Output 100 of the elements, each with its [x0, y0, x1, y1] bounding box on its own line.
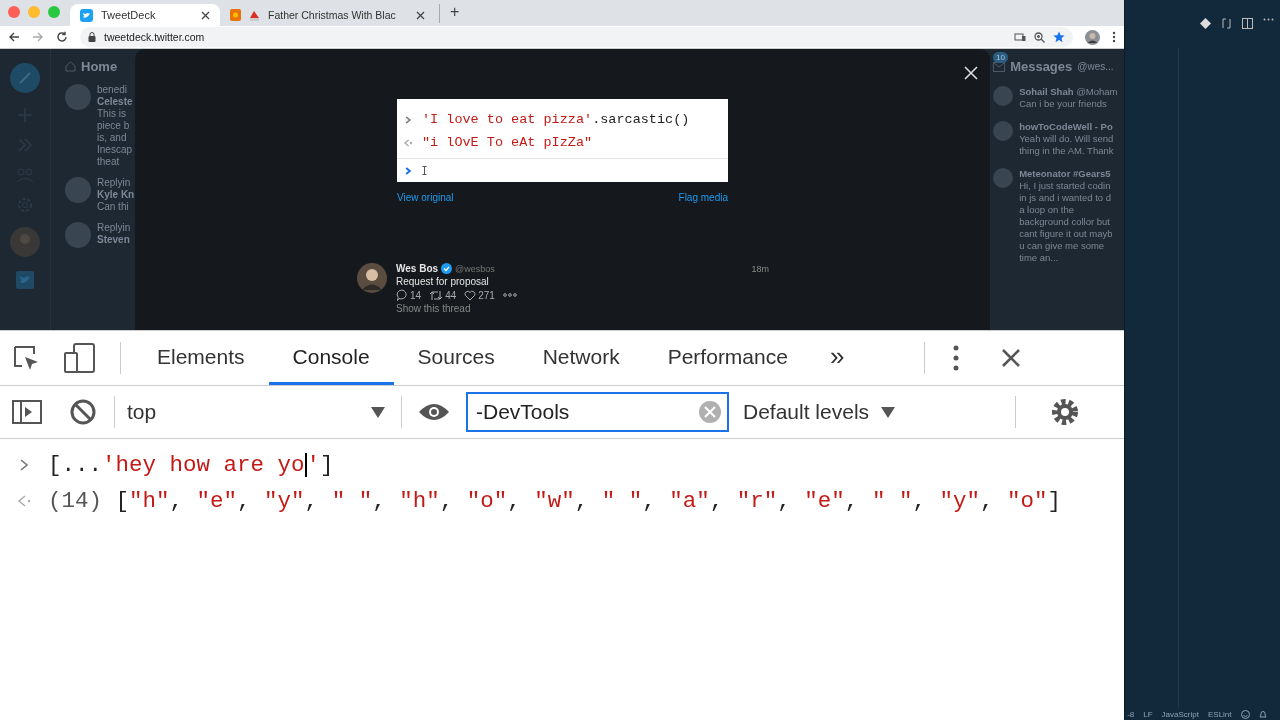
device-icon[interactable] [64, 343, 96, 373]
author-name: Celeste [97, 96, 133, 107]
message-text: background collor but [1019, 216, 1111, 227]
devtools-tab[interactable]: Elements [133, 331, 269, 385]
console-line: 'I love to eat pizza'.sarcastic() [422, 112, 690, 127]
more-icon[interactable] [953, 345, 960, 371]
avatar [993, 86, 1014, 106]
view-original-link[interactable]: View original [397, 192, 454, 203]
message-text: u can give me some [1019, 240, 1106, 251]
close-icon[interactable] [1001, 348, 1022, 368]
dropdown-arrow-icon [881, 406, 896, 418]
app-icon [230, 9, 241, 21]
compare-icon[interactable] [1221, 18, 1232, 29]
column-title: Messages [1010, 59, 1073, 74]
tweet-context: Replyin [97, 177, 132, 188]
tweet-text: Can thi [97, 201, 130, 212]
tweet-text: piece b [97, 120, 131, 131]
console-line: "i lOvE To eAt pIzZa" [422, 135, 593, 150]
status-item[interactable]: ESLint [1207, 709, 1232, 719]
flag-media-link[interactable]: Flag media [678, 192, 728, 203]
console-line: (14) ["h", "e", "y", " ", "h", "o", "w", " ", "a", "r", "e", " ", "y", "o"] [48, 488, 1061, 514]
zoom-icon[interactable] [1034, 31, 1046, 43]
browser-tab[interactable]: TweetDeck [70, 4, 220, 26]
status-item[interactable]: -8 [1127, 709, 1135, 719]
browser-tab[interactable]: Father Christmas With Blac [220, 4, 435, 26]
message-text: cant figure it out mayb [1019, 228, 1113, 239]
reload-icon[interactable] [56, 31, 68, 43]
tweet-text: is, and [97, 132, 128, 143]
reply-button[interactable]: 14 [396, 289, 422, 301]
compose-icon[interactable] [10, 63, 40, 93]
tweet-context: benedi [97, 84, 129, 95]
heart-icon [464, 289, 477, 301]
console-line: [...'hey how are yo'] [48, 452, 334, 478]
avatar [65, 222, 91, 248]
tweet-text: theat [97, 156, 121, 167]
message-text: thing in the AM. Thank [1019, 145, 1114, 156]
devtools-tab[interactable]: Console [268, 331, 394, 385]
lock-icon [88, 32, 96, 42]
tweet-context: Replyin [97, 222, 131, 233]
author-name: Kyle Kn [97, 189, 135, 200]
context-dropdown[interactable]: top [121, 400, 401, 424]
tweet-text: Request for proposal [396, 276, 490, 287]
avatar [65, 177, 91, 203]
avatar [993, 121, 1014, 141]
message-text: Can i be your friends [1019, 98, 1108, 109]
show-thread-link[interactable]: Show this thread [396, 303, 769, 314]
tweet-text: This is [97, 108, 127, 119]
status-item[interactable]: LF [1143, 709, 1153, 719]
filter-field[interactable]: -DevTools [466, 392, 729, 432]
column-title: Home [81, 59, 118, 74]
status-item[interactable]: JavaScript [1161, 709, 1199, 719]
reply-icon [396, 289, 408, 301]
devtools-tab[interactable]: Network [518, 331, 644, 385]
block-icon[interactable] [70, 399, 96, 425]
unread-badge: 10 [993, 52, 1008, 63]
split-editor-icon[interactable] [1242, 18, 1253, 29]
devtools-tab[interactable]: Sources [393, 331, 519, 385]
more-tabs-button[interactable]: » [811, 340, 845, 376]
mail-icon [993, 61, 1006, 72]
home-icon [65, 61, 76, 72]
more-icon[interactable] [1263, 18, 1274, 21]
close-icon[interactable] [201, 10, 210, 20]
message-text: Yeah will do. Will send [1019, 133, 1114, 144]
avatar [65, 84, 91, 110]
eye-icon[interactable] [418, 402, 450, 422]
settings-icon[interactable] [1050, 397, 1081, 427]
devtools-tab[interactable]: Performance [643, 331, 812, 385]
message-text: in js and i wanted to d [1019, 192, 1113, 203]
levels-dropdown[interactable]: Default levels [729, 400, 916, 424]
message-text: Hi, I just started codin [1019, 180, 1112, 191]
more-icon[interactable] [502, 293, 517, 297]
author-handle: @wesbos [455, 263, 495, 274]
bell-icon[interactable] [1258, 709, 1267, 719]
more-icon[interactable] [1112, 31, 1117, 43]
close-icon[interactable] [416, 10, 425, 20]
avatar [993, 168, 1014, 188]
inspect-icon[interactable] [12, 344, 40, 372]
text-cursor-icon [422, 166, 427, 175]
devices-icon[interactable] [1014, 32, 1027, 42]
smiley-icon[interactable] [1240, 709, 1250, 719]
sender-handle: @Moham [1076, 86, 1118, 97]
back-icon[interactable] [8, 31, 20, 43]
sidebar-icon[interactable] [12, 400, 42, 424]
author-name: Wes Bos [396, 263, 439, 274]
sender-name: Sohail Shah [1019, 86, 1074, 97]
dropdown-arrow-icon [371, 406, 385, 418]
retweet-icon [429, 289, 444, 301]
retweet-button[interactable]: 44 [429, 289, 457, 301]
like-button[interactable]: 271 [464, 289, 495, 301]
star-icon[interactable] [1053, 31, 1066, 43]
tweet-time: 18m [751, 263, 769, 274]
profile-avatar-icon[interactable] [1085, 29, 1101, 45]
sender-name: howToCodeWell - Po [1019, 121, 1113, 132]
avatar [357, 263, 387, 293]
new-tab-button[interactable]: + [439, 4, 470, 23]
sender-name: Meteonator #Gears5 [1019, 168, 1111, 179]
address-bar[interactable]: tweetdeck.twitter.com [80, 27, 1074, 47]
message-text: time an... [1019, 252, 1060, 263]
message-text: a loop on the [1019, 204, 1076, 215]
author-name: Steven [97, 234, 131, 245]
